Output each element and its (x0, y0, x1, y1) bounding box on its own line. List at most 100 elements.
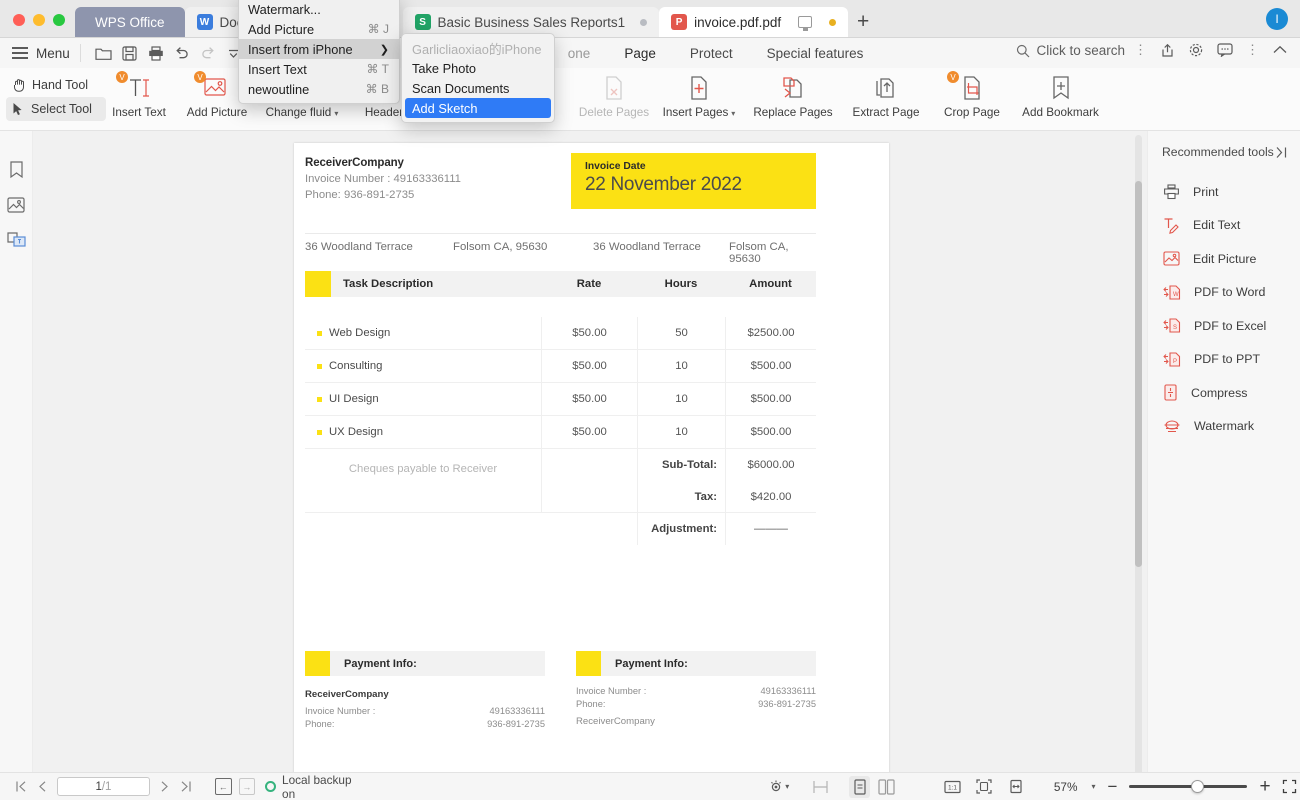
tool-pdf-to-excel[interactable]: S PDF to Excel (1148, 309, 1300, 343)
line-items-table: Task Description Rate Hours Amount Web D… (305, 271, 816, 545)
tool-watermark[interactable]: Watermark (1148, 410, 1300, 444)
tool-mode-group: Hand Tool Select Tool (6, 73, 106, 121)
tool-edit-text[interactable]: Edit Text (1148, 209, 1300, 243)
ribbon-tab-protect[interactable]: Protect (690, 46, 733, 61)
chevron-down-icon[interactable]: ▾ (334, 109, 338, 118)
svg-text:W: W (1173, 292, 1179, 298)
menu-item-insert-from-iphone[interactable]: Insert from iPhone ❯ (239, 39, 399, 59)
submenu-item-take-photo[interactable]: Take Photo (402, 58, 554, 78)
next-page-icon[interactable] (154, 776, 176, 798)
split-view-icon[interactable] (809, 776, 831, 798)
minimize-window-button[interactable] (33, 14, 45, 26)
submenu-item-scan-documents[interactable]: Scan Documents (402, 78, 554, 98)
chevron-down-icon[interactable]: ▾ (785, 782, 789, 791)
submenu-item-add-sketch[interactable]: Add Sketch (405, 98, 551, 118)
print-icon[interactable] (143, 41, 169, 65)
tab-invoice-pdf[interactable]: P invoice.pdf.pdf (659, 7, 849, 37)
menu-item-add-picture[interactable]: Add Picture ⌘ J (239, 19, 399, 39)
reading-mode-icon[interactable] (766, 776, 788, 798)
fit-width-icon[interactable] (1005, 776, 1027, 798)
ribbon-tab-page[interactable]: Page (624, 46, 656, 61)
page-number-input[interactable]: 1/1 (57, 777, 150, 796)
zoom-slider-track[interactable] (1129, 785, 1248, 788)
divider (305, 233, 816, 234)
new-tab-button[interactable]: + (848, 7, 878, 37)
page-organize-icon[interactable] (6, 231, 26, 248)
tool-print[interactable]: Print (1148, 175, 1300, 209)
comment-icon[interactable] (1217, 43, 1233, 57)
close-window-button[interactable] (13, 14, 25, 26)
hand-tool-button[interactable]: Hand Tool (6, 73, 106, 97)
share-icon[interactable] (1160, 43, 1175, 58)
zoom-out-button[interactable]: − (1108, 778, 1118, 795)
tool-pdf-to-word[interactable]: W PDF to Word (1148, 276, 1300, 310)
collapse-chevron-icon[interactable] (1272, 44, 1288, 56)
prev-page-icon[interactable] (32, 776, 54, 798)
undo-icon[interactable] (169, 41, 195, 65)
pdf-page[interactable]: ReceiverCompany Invoice Number : 4916333… (294, 143, 889, 772)
scrollbar-thumb[interactable] (1135, 181, 1142, 567)
tool-compress[interactable]: Compress (1148, 376, 1300, 410)
zoom-slider[interactable] (1129, 780, 1248, 794)
menu-item-watermark[interactable]: Watermark... (239, 0, 399, 19)
gear-icon[interactable] (1188, 42, 1204, 58)
zoom-in-button[interactable]: + (1259, 777, 1270, 796)
ribbon-delete-pages[interactable]: Delete Pages (575, 74, 653, 119)
bookmark-panel-icon[interactable] (9, 161, 24, 179)
delete-pages-icon (602, 74, 626, 102)
two-page-icon[interactable] (875, 776, 897, 798)
avatar[interactable]: I (1266, 8, 1288, 30)
redo-icon[interactable] (195, 41, 221, 65)
ribbon-extract-page[interactable]: Extract Page (841, 74, 931, 119)
next-view-icon[interactable]: → (238, 778, 256, 795)
document-canvas[interactable]: ReceiverCompany Invoice Number : 4916333… (33, 131, 1147, 772)
ribbon-crop-page[interactable]: V Crop Page (931, 71, 1013, 119)
vertical-scrollbar[interactable] (1134, 135, 1143, 772)
ribbon-label: Extract Page (852, 106, 920, 119)
zoom-slider-knob[interactable] (1191, 780, 1205, 793)
prev-view-icon[interactable]: ← (214, 778, 232, 795)
tool-pdf-to-ppt[interactable]: P PDF to PPT (1148, 343, 1300, 377)
ribbon-insert-text[interactable]: V Insert Text (100, 71, 178, 119)
tool-edit-picture[interactable]: Edit Picture (1148, 242, 1300, 276)
insert-from-iphone-submenu[interactable]: Garlicliaoxiao的iPhone Take Photo Scan Do… (401, 33, 555, 123)
save-icon[interactable] (117, 41, 143, 65)
last-page-icon[interactable] (175, 776, 197, 798)
hamburger-icon[interactable] (12, 47, 28, 59)
insert-context-menu[interactable]: Watermark... Add Picture ⌘ J Insert from… (238, 0, 400, 104)
actual-size-icon[interactable]: 1:1 (942, 776, 964, 798)
fit-page-icon[interactable] (973, 776, 995, 798)
tool-label: Compress (1191, 385, 1248, 400)
chevron-down-icon[interactable]: ▾ (1091, 782, 1095, 791)
ribbon-replace-pages[interactable]: Replace Pages (745, 74, 841, 119)
single-page-icon[interactable] (848, 775, 871, 798)
first-page-icon[interactable] (10, 776, 32, 798)
open-folder-icon[interactable] (91, 41, 117, 65)
ribbon-add-bookmark[interactable]: Add Bookmark (1013, 74, 1108, 119)
payment-line-value: 936-891-2735 (487, 719, 545, 729)
ribbon-insert-pages[interactable]: Insert Pages ▾ (653, 74, 745, 119)
present-monitor-icon[interactable] (798, 16, 813, 31)
local-backup-status[interactable]: Local backup on (265, 773, 366, 800)
menu-bar: Menu one Page Protect Special features C… (0, 38, 1300, 68)
cell-hours: 10 (637, 349, 725, 383)
ribbon-tab-special-features[interactable]: Special features (767, 46, 864, 61)
maximize-window-button[interactable] (53, 14, 65, 26)
window-controls[interactable] (0, 14, 75, 37)
search-box[interactable]: Click to search (1016, 43, 1125, 58)
thumbnail-panel-icon[interactable] (7, 197, 25, 213)
select-tool-button[interactable]: Select Tool (6, 97, 106, 121)
menu-item-newoutline[interactable]: newoutline ⌘ B (239, 79, 399, 99)
chevron-down-icon[interactable]: ▾ (731, 109, 735, 118)
more-vertical-icon[interactable]: ⋮ (1134, 43, 1147, 56)
tab-wps-office[interactable]: WPS Office (75, 7, 185, 37)
ribbon-tabs: one Page Protect Special features (568, 46, 864, 61)
ribbon-tab-one[interactable]: one (568, 46, 591, 61)
collapse-right-icon[interactable] (1275, 146, 1288, 159)
more-vertical-icon[interactable]: ⋮ (1246, 43, 1259, 56)
menu-button[interactable]: Menu (36, 46, 70, 61)
tab-label: invoice.pdf.pdf (694, 14, 782, 30)
fullscreen-icon[interactable] (1279, 776, 1300, 798)
menu-item-insert-text[interactable]: Insert Text ⌘ T (239, 59, 399, 79)
zoom-level[interactable]: 57% (1044, 780, 1078, 794)
